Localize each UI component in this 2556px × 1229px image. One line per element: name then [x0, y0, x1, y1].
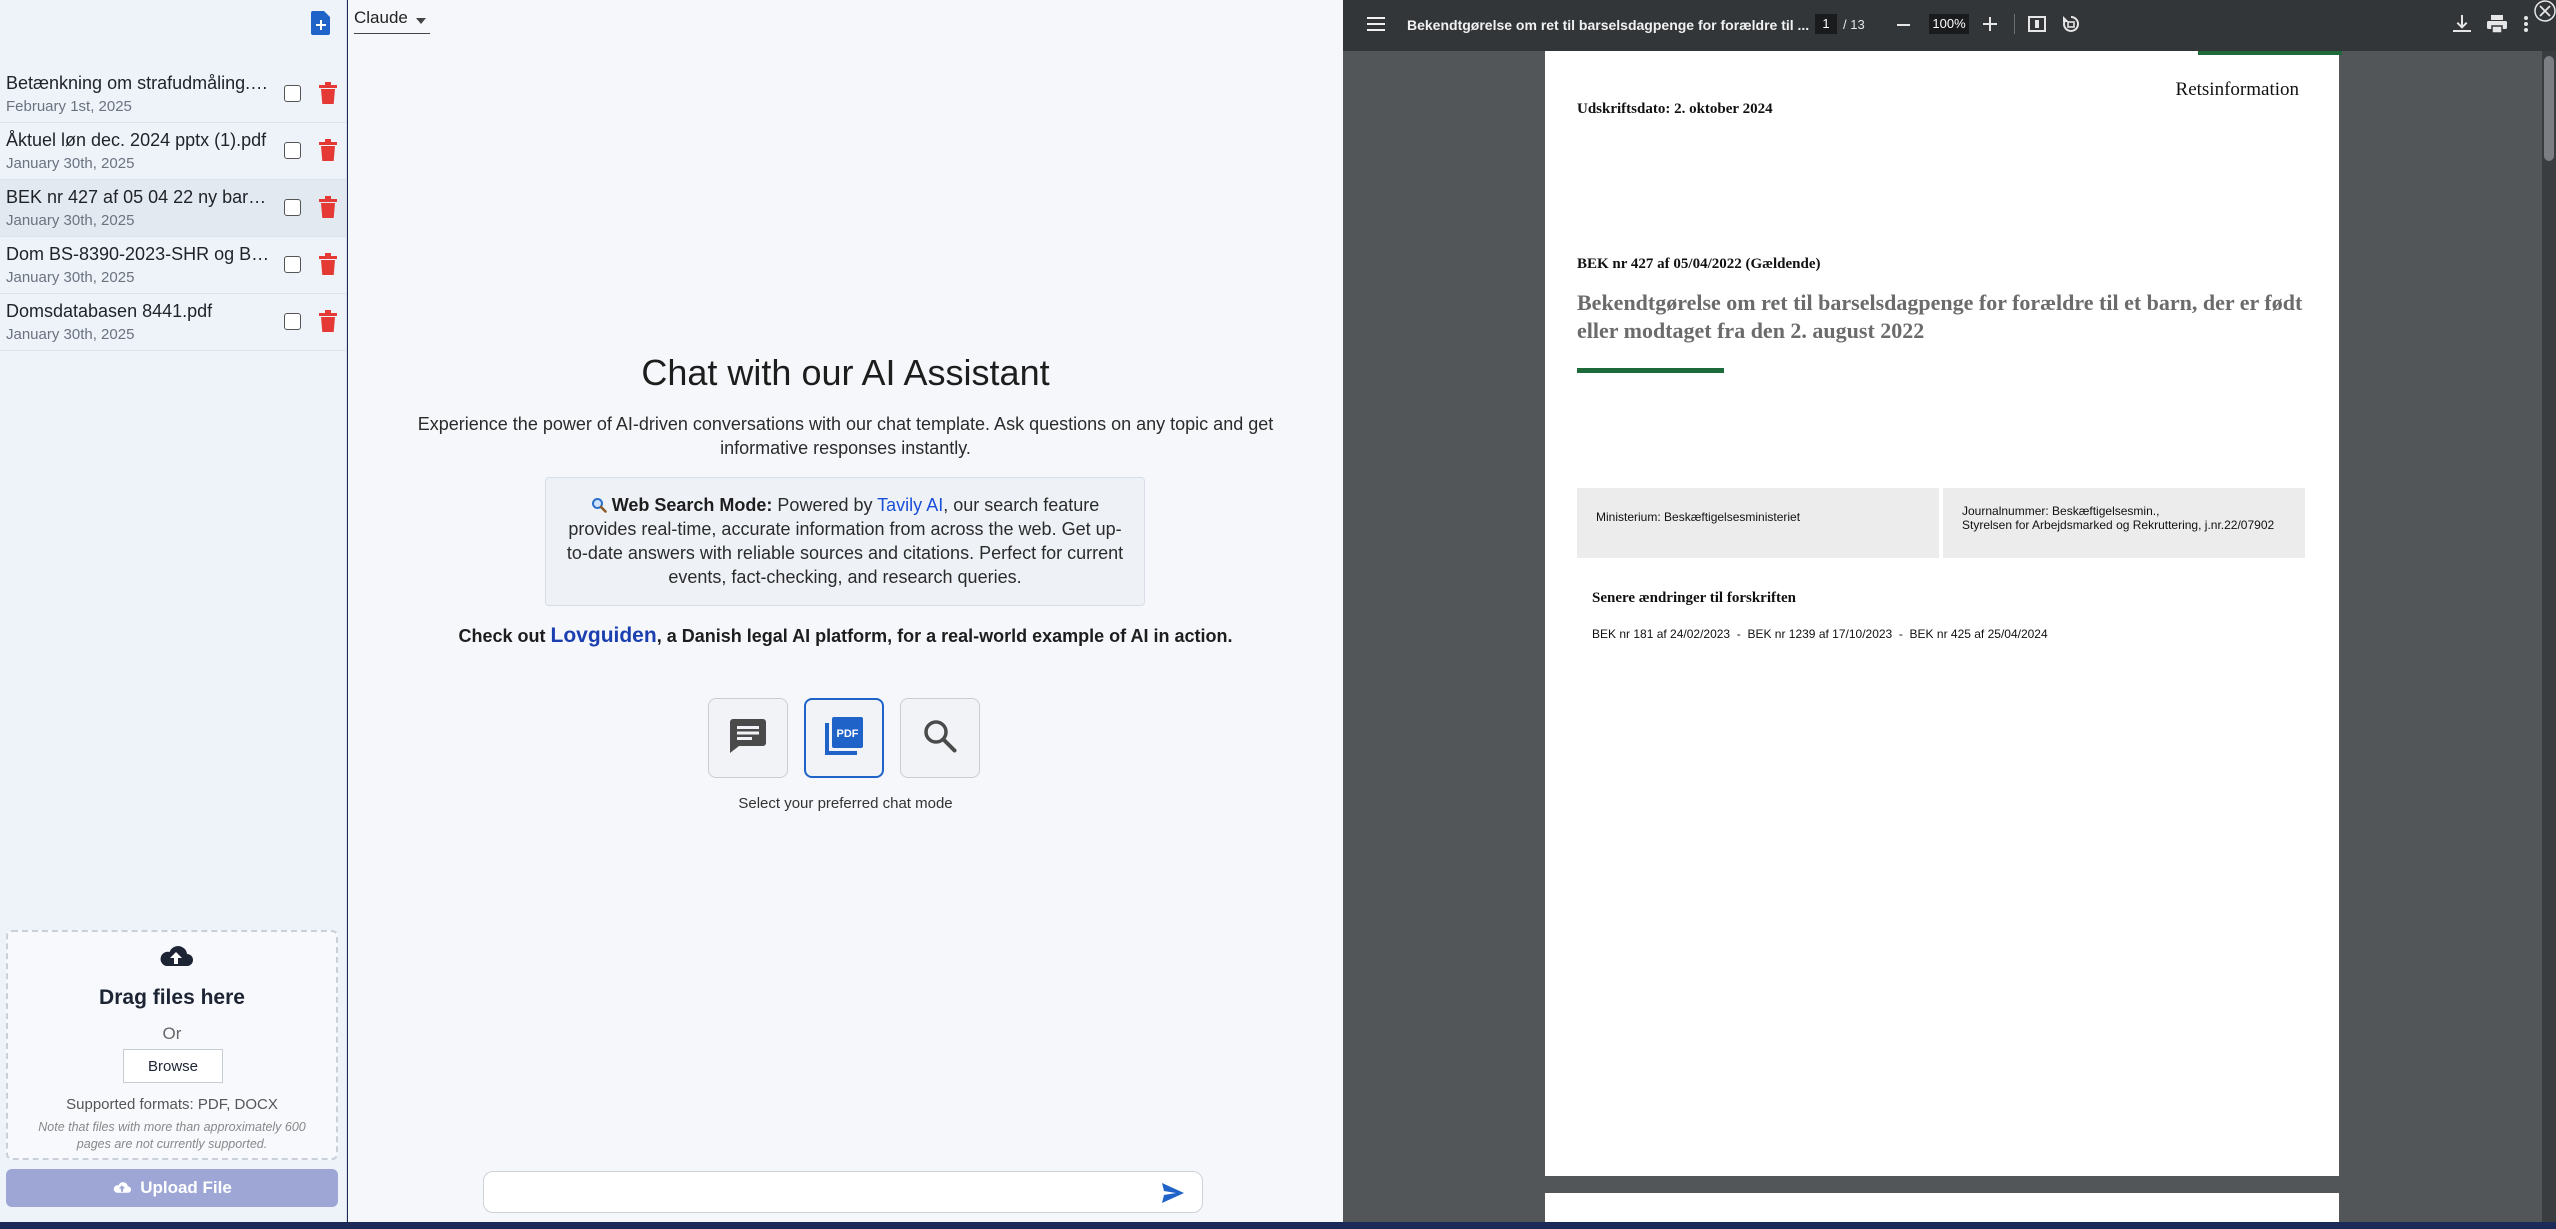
page-title: Chat with our AI Assistant — [641, 352, 1050, 393]
model-select[interactable]: Claude — [354, 6, 430, 34]
file-name: Betænkning om strafudmåling.pdf — [6, 73, 271, 93]
new-file-icon[interactable] — [310, 11, 332, 35]
file-sidebar: Betænkning om strafudmåling.pdf February… — [0, 0, 347, 1222]
file-drop-zone[interactable]: Drag files here Or Browse Supported form… — [6, 930, 338, 1160]
zoom-out-icon[interactable] — [1897, 24, 1910, 26]
document-title: Bekendtgørelse om ret til barselsdagpeng… — [1577, 290, 2303, 343]
changes-heading: Senere ændringer til forskriften — [1592, 590, 1797, 606]
search-icon — [923, 719, 957, 758]
page-total: / 13 — [1843, 17, 1865, 32]
upload-file-button[interactable]: Upload File — [6, 1169, 338, 1207]
page-limit-note: Note that files with more than approxima… — [38, 1120, 306, 1151]
promo-suffix: , a Danish legal AI platform, for a real… — [656, 626, 1233, 646]
model-select-value: Claude — [354, 8, 408, 27]
chat-mode-button[interactable] — [708, 698, 788, 778]
ministry-text: Ministerium: Beskæftigelsesministeriet — [1596, 510, 1801, 524]
file-checkbox[interactable] — [284, 199, 301, 216]
changes-list[interactable]: BEK nr 181 af 24/02/2023 - BEK nr 1239 a… — [1592, 627, 2048, 641]
file-name: Domsdatabasen 8441.pdf — [6, 301, 213, 321]
file-item[interactable]: Dom BS-8390-2023-SHR og BS... January 30… — [0, 237, 346, 294]
trash-icon[interactable] — [319, 196, 337, 218]
print-icon[interactable] — [2487, 15, 2507, 34]
mode-caption: Select your preferred chat mode — [738, 795, 953, 812]
file-date: February 1st, 2025 — [6, 98, 132, 115]
upload-file-label: Upload File — [140, 1178, 232, 1197]
zoom-in-icon[interactable] — [1983, 17, 1997, 31]
drag-files-title: Drag files here — [99, 986, 245, 1009]
magnifier-icon — [591, 495, 612, 515]
pdf-toolbar: Bekendtgørelse om ret til barselsdagpeng… — [1343, 0, 2556, 51]
scrollbar[interactable] — [2542, 51, 2556, 1222]
file-date: January 30th, 2025 — [6, 326, 135, 343]
pdf-mode-button[interactable]: PDF — [804, 698, 884, 778]
supported-formats: Supported formats: PDF, DOCX — [66, 1096, 278, 1113]
lovguiden-promo: Check out Lovguiden, a Danish legal AI p… — [348, 624, 1343, 648]
search-mode-button[interactable] — [900, 698, 980, 778]
send-icon[interactable] — [1162, 1183, 1184, 1203]
trash-icon[interactable] — [319, 310, 337, 332]
svg-text:PDF: PDF — [837, 728, 859, 740]
intro-description: Experience the power of AI-driven conver… — [417, 414, 1274, 458]
journal-line-2: Styrelsen for Arbejdsmarked og Rekrutter… — [1962, 518, 2275, 532]
file-checkbox[interactable] — [284, 142, 301, 159]
file-date: January 30th, 2025 — [6, 155, 135, 172]
file-name: Åktuel løn dec. 2024 pptx (1).pdf — [6, 130, 267, 150]
trash-icon[interactable] — [319, 253, 337, 275]
file-item-selected[interactable]: BEK nr 427 af 05 04 22 ny bars... Januar… — [0, 180, 346, 237]
web-search-prefix: Powered by — [777, 495, 873, 515]
retsinformation-header: Retsinformation — [2175, 79, 2299, 100]
trash-icon[interactable] — [319, 139, 337, 161]
journal-box: Journalnummer: Beskæftigelsesmin., Styre… — [1943, 488, 2305, 558]
cloud-upload-icon — [113, 1182, 132, 1193]
file-date: January 30th, 2025 — [6, 269, 135, 286]
or-label: Or — [162, 1024, 182, 1043]
close-icon[interactable] — [2534, 0, 2556, 22]
pdf-document-title: Bekendtgørelse om ret til barselsdagpeng… — [1407, 17, 1810, 33]
sidebar-header — [0, 0, 346, 48]
more-options-icon[interactable] — [2523, 15, 2529, 33]
file-name: Dom BS-8390-2023-SHR og BS... — [6, 244, 271, 264]
ministry-box: Ministerium: Beskæftigelsesministeriet — [1577, 488, 1939, 558]
file-checkbox[interactable] — [284, 313, 301, 330]
pdf-viewer: Bekendtgørelse om ret til barselsdagpeng… — [1343, 0, 2556, 1229]
chat-panel: Claude Chat with our AI Assistant Experi… — [348, 0, 1343, 1222]
title-underline — [1577, 368, 1724, 373]
lovguiden-link[interactable]: Lovguiden — [551, 624, 657, 647]
zoom-level-input[interactable]: 100% — [1929, 14, 1969, 34]
web-search-info-box: Web Search Mode: Powered by Tavily AI, o… — [545, 477, 1145, 606]
pdf-page: Retsinformation Udskriftsdato: 2. oktobe… — [1545, 51, 2342, 1176]
chat-icon — [730, 718, 766, 758]
file-item[interactable]: Betænkning om strafudmåling.pdf February… — [0, 66, 346, 123]
chat-input[interactable] — [483, 1171, 1203, 1213]
tavily-link[interactable]: Tavily AI — [877, 495, 943, 515]
taskbar-strip — [0, 1222, 2556, 1229]
file-item[interactable]: Domsdatabasen 8441.pdf January 30th, 202… — [0, 294, 346, 351]
journal-line-1: Journalnummer: Beskæftigelsesmin., — [1962, 504, 2160, 518]
rotate-icon[interactable] — [2061, 14, 2081, 34]
menu-icon[interactable] — [1367, 17, 1385, 31]
page-number-input[interactable]: 1 — [1815, 14, 1837, 34]
browse-button[interactable]: Browse — [123, 1049, 223, 1083]
promo-prefix: Check out — [458, 626, 546, 646]
file-list: Betænkning om strafudmåling.pdf February… — [0, 66, 346, 351]
header-accent-bar — [2198, 51, 2342, 55]
bek-number: BEK nr 427 af 05/04/2022 (Gældende) — [1577, 256, 1821, 272]
file-checkbox[interactable] — [284, 85, 301, 102]
file-name: BEK nr 427 af 05 04 22 ny bars... — [6, 187, 271, 207]
download-icon[interactable] — [2453, 15, 2471, 33]
fit-page-icon[interactable] — [2028, 16, 2046, 32]
pdf-icon: PDF — [825, 716, 863, 760]
chevron-down-icon — [416, 18, 426, 24]
file-item[interactable]: Åktuel løn dec. 2024 pptx (1).pdf Januar… — [0, 123, 346, 180]
web-search-label: Web Search Mode: — [611, 495, 773, 515]
file-checkbox[interactable] — [284, 256, 301, 273]
file-date: January 30th, 2025 — [6, 212, 135, 229]
print-date: Udskriftsdato: 2. oktober 2024 — [1577, 101, 1773, 117]
scrollbar-thumb[interactable] — [2544, 56, 2554, 161]
cloud-upload-icon — [158, 942, 194, 972]
trash-icon[interactable] — [319, 82, 337, 104]
toolbar-divider — [2014, 14, 2015, 34]
